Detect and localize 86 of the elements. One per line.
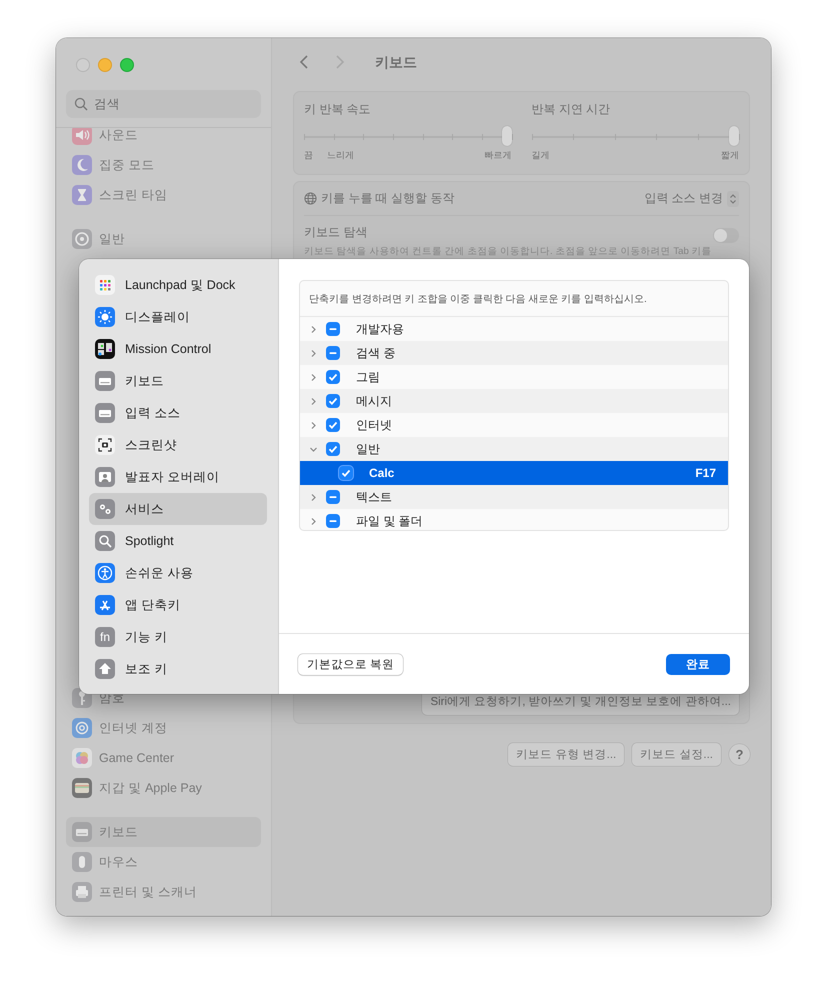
- checkbox[interactable]: [326, 418, 340, 432]
- at-sign-icon: [72, 718, 92, 738]
- zoom-button[interactable]: [120, 58, 134, 72]
- search-field[interactable]: 검색: [66, 90, 261, 118]
- shortcut-row[interactable]: 개발자용: [300, 317, 728, 341]
- updown-icon: [727, 190, 739, 206]
- shortcut-row[interactable]: 검색 중: [300, 341, 728, 365]
- screenshot-icon: [95, 435, 115, 455]
- shortcut-row[interactable]: Calc F17: [300, 461, 728, 485]
- checkbox[interactable]: [326, 514, 340, 528]
- category-item[interactable]: 서비스: [89, 493, 267, 525]
- slider-label: 키 반복 속도: [304, 101, 372, 118]
- keyboard-icon: [72, 822, 92, 842]
- slider-mark: 빠르게: [484, 149, 512, 162]
- category-item[interactable]: 키보드: [89, 365, 267, 397]
- chevron-down-icon[interactable]: [308, 444, 318, 454]
- instruction-text: 단축키를 변경하려면 키 조합을 이중 클릭한 다음 새로운 키를 입력하십시오.: [300, 281, 728, 317]
- category-item[interactable]: Launchpad 및 Dock: [89, 269, 267, 301]
- checkbox[interactable]: [326, 346, 340, 360]
- keyboard-icon: [95, 403, 115, 423]
- setting-label: 키보드 탐색: [304, 224, 368, 241]
- slider-thumb[interactable]: [502, 126, 512, 146]
- category-item[interactable]: Spotlight: [89, 525, 267, 557]
- globe-icon: [304, 192, 317, 205]
- checkbox[interactable]: [326, 490, 340, 504]
- slider-label: 반복 지연 시간: [532, 101, 612, 118]
- checkbox[interactable]: [326, 370, 340, 384]
- arrow-up-icon: [95, 659, 115, 679]
- toggle-switch[interactable]: [713, 228, 739, 243]
- grid-icon: [95, 275, 115, 295]
- shortcut-row[interactable]: 텍스트: [300, 485, 728, 509]
- search-icon: [95, 531, 115, 551]
- wallet-icon: [72, 778, 92, 798]
- slider-thumb[interactable]: [729, 126, 739, 146]
- slider-mark: 끔: [304, 149, 313, 162]
- slider-mark: 짧게: [721, 149, 739, 162]
- chevron-right-icon[interactable]: [308, 324, 318, 334]
- chevron-right-icon[interactable]: [308, 348, 318, 358]
- chevron-right-icon[interactable]: [308, 420, 318, 430]
- done-button[interactable]: 완료: [666, 654, 730, 674]
- checkbox[interactable]: [326, 442, 340, 456]
- chevron-right-icon[interactable]: [308, 372, 318, 382]
- mouse-icon: [72, 852, 92, 872]
- window-title: 키보드: [375, 54, 417, 72]
- checkbox[interactable]: [339, 466, 353, 480]
- keyboard-icon: [95, 371, 115, 391]
- printer-icon: [72, 882, 92, 902]
- setting-label: 키를 누를 때 실행할 동작: [321, 190, 456, 207]
- gears-icon: [95, 499, 115, 519]
- category-item[interactable]: 발표자 오버레이: [89, 461, 267, 493]
- back-icon: [299, 54, 309, 70]
- windows-icon: [95, 339, 115, 359]
- category-item[interactable]: fn 기능 키: [89, 621, 267, 653]
- gear-icon: [72, 229, 92, 249]
- moon-icon: [72, 155, 92, 175]
- speaker-icon: [72, 128, 92, 145]
- hourglass-icon: [72, 185, 92, 205]
- checkbox[interactable]: [326, 322, 340, 336]
- forward-icon: [335, 54, 345, 70]
- category-item[interactable]: 입력 소스: [89, 397, 267, 429]
- restore-defaults-button[interactable]: 기본값으로 복원: [298, 654, 404, 674]
- accessibility-icon: [95, 563, 115, 583]
- app-store-icon: [95, 595, 115, 615]
- shortcut-row[interactable]: 그림: [300, 365, 728, 389]
- shortcut-row[interactable]: 인터넷: [300, 413, 728, 437]
- person-icon: [95, 467, 115, 487]
- fn-key-icon: fn: [95, 627, 115, 647]
- checkbox[interactable]: [326, 394, 340, 408]
- chevron-right-icon[interactable]: [308, 396, 318, 406]
- category-item[interactable]: 스크린샷: [89, 429, 267, 461]
- category-item[interactable]: Mission Control: [89, 333, 267, 365]
- bubbles-icon: [72, 748, 92, 768]
- shortcut-row[interactable]: 일반: [300, 437, 728, 461]
- chevron-right-icon[interactable]: [308, 516, 318, 526]
- slider-mark: 길게: [532, 149, 550, 162]
- shortcut-row[interactable]: 파일 및 폴더: [300, 509, 728, 530]
- category-item[interactable]: 손쉬운 사용: [89, 557, 267, 589]
- chevron-right-icon[interactable]: [308, 492, 318, 502]
- category-item[interactable]: 보조 키: [89, 653, 267, 685]
- sun-icon: [95, 307, 115, 327]
- search-icon: [74, 97, 88, 111]
- category-item[interactable]: 앱 단축키: [89, 589, 267, 621]
- slider-mark: 느리게: [327, 149, 354, 162]
- category-item[interactable]: 디스플레이: [89, 301, 267, 333]
- shortcut-row[interactable]: 메시지: [300, 389, 728, 413]
- shortcut-key: F17: [695, 466, 716, 480]
